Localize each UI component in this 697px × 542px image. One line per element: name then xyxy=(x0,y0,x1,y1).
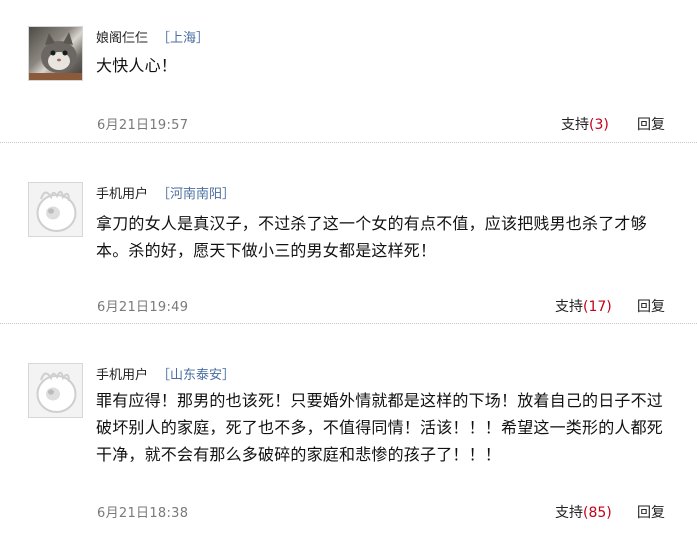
reply-button[interactable]: 回复 xyxy=(637,502,665,522)
support-button[interactable]: 支持(85) xyxy=(555,502,612,522)
username[interactable]: 娘阁仨仨 xyxy=(96,27,148,46)
comment-item: 手机用户 ［河南南阳］ 拿刀的女人是真汉子，不过杀了这一个女的有点不值，应该把贱… xyxy=(0,143,697,323)
username[interactable]: 手机用户 xyxy=(96,364,148,383)
location-label: ［上海］ xyxy=(157,31,210,46)
comment-item: 娘阁仨仨 ［上海］ 大快人心！ 6月21日19:57 支持(3) 回复 xyxy=(0,0,697,142)
location-label: ［河南南阳］ xyxy=(157,187,236,202)
timestamp: 6月21日19:57 xyxy=(97,118,189,133)
comment-text: 罪有应得！那男的也该死！只要婚外情就都是这样的下场！放着自己的日子不过破坏别人的… xyxy=(96,391,664,464)
support-button[interactable]: 支持(17) xyxy=(555,296,612,316)
comment-text: 拿刀的女人是真汉子，不过杀了这一个女的有点不值，应该把贱男也杀了才够本。杀的好，… xyxy=(96,214,647,260)
comment-item: 手机用户 ［山东泰安］ 罪有应得！那男的也该死！只要婚外情就都是这样的下场！放着… xyxy=(0,324,697,542)
timestamp: 6月21日18:38 xyxy=(97,506,189,521)
comment-text: 大快人心！ xyxy=(96,56,178,75)
reply-button[interactable]: 回复 xyxy=(637,114,665,134)
support-count: (85) xyxy=(583,505,612,521)
support-count: (3) xyxy=(589,117,609,133)
timestamp: 6月21日19:49 xyxy=(97,300,189,315)
support-label: 支持 xyxy=(555,505,583,521)
default-avatar-icon[interactable] xyxy=(28,182,83,237)
username[interactable]: 手机用户 xyxy=(96,183,148,202)
support-label: 支持 xyxy=(561,117,589,133)
location-label: ［山东泰安］ xyxy=(157,368,236,383)
support-count: (17) xyxy=(583,299,612,315)
support-label: 支持 xyxy=(555,299,583,315)
reply-button[interactable]: 回复 xyxy=(637,296,665,316)
cat-photo-icon[interactable] xyxy=(28,26,83,81)
default-avatar-icon[interactable] xyxy=(28,363,83,418)
support-button[interactable]: 支持(3) xyxy=(561,114,609,134)
